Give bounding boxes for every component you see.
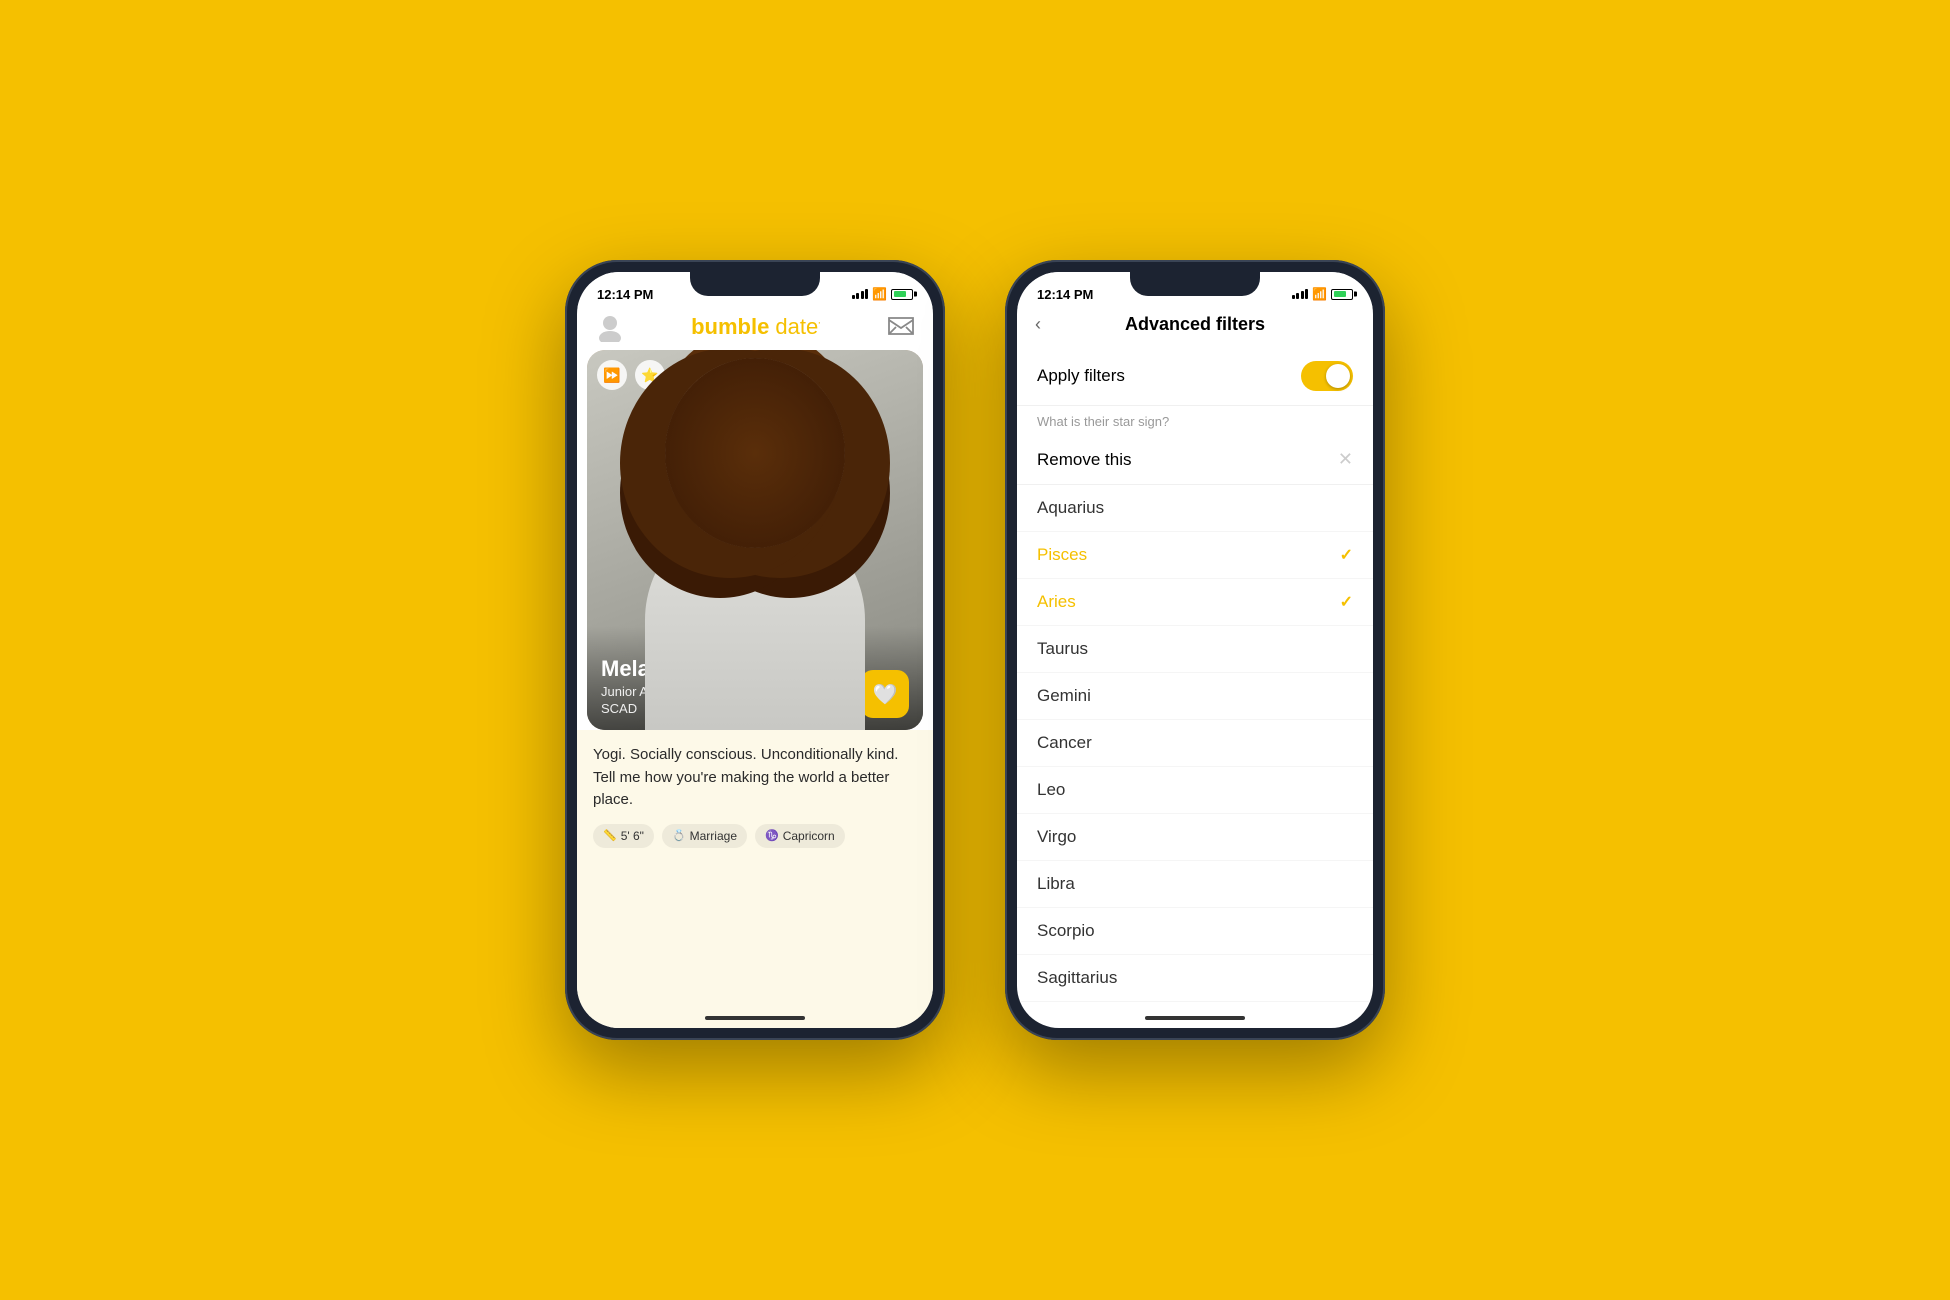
zodiac-item-cancer[interactable]: Cancer xyxy=(1017,720,1373,767)
zodiac-item-taurus[interactable]: Taurus xyxy=(1017,626,1373,673)
zodiac-libra: Libra xyxy=(1037,874,1075,894)
bio-text: Yogi. Socially conscious. Unconditionall… xyxy=(593,744,917,812)
pisces-checkmark: ✓ xyxy=(1340,545,1353,565)
notch-right xyxy=(1130,272,1260,296)
remove-filter-button[interactable]: ✕ xyxy=(1338,449,1353,470)
apply-filters-label: Apply filters xyxy=(1037,366,1125,386)
signal-icon-right xyxy=(1292,289,1309,299)
zodiac-taurus: Taurus xyxy=(1037,639,1088,659)
zodiac-list: Aquarius Pisces ✓ Aries ✓ Taurus Gemini … xyxy=(1017,485,1373,1008)
profile-action-buttons: ⏩ ⭐ 🎵 xyxy=(597,360,703,390)
height-icon: 📏 xyxy=(603,829,617,842)
status-bar-right: 12:14 PM 📶 xyxy=(1017,272,1373,308)
apply-filters-row: Apply filters xyxy=(1017,347,1373,406)
back-button[interactable]: ‹ xyxy=(1035,314,1041,335)
tag-intent: 💍 Marriage xyxy=(662,824,747,848)
battery-fill-right xyxy=(1334,291,1347,297)
profile-card: ⏩ ⭐ 🎵 Melanie, 27 ✓ Junior Art Director … xyxy=(587,350,923,730)
left-phone-screen: 12:14 PM 📶 bumble date· xyxy=(577,272,933,1028)
star-sign-prompt: What is their star sign? xyxy=(1017,406,1373,435)
profile-icon[interactable] xyxy=(595,312,625,342)
aries-checkmark: ✓ xyxy=(1340,592,1353,612)
zodiac-aries: Aries xyxy=(1037,592,1076,612)
wifi-icon-left: 📶 xyxy=(872,287,887,301)
zodiac-icon: ♑ xyxy=(765,829,779,842)
zodiac-item-libra[interactable]: Libra xyxy=(1017,861,1373,908)
zodiac-virgo: Virgo xyxy=(1037,827,1076,847)
bumble-logo: bumble date· xyxy=(691,314,821,340)
wifi-icon-right: 📶 xyxy=(1312,287,1327,301)
zodiac-cancer: Cancer xyxy=(1037,733,1092,753)
notch-left xyxy=(690,272,820,296)
home-indicator-right xyxy=(1017,1008,1373,1028)
zodiac-scorpio: Scorpio xyxy=(1037,921,1095,941)
battery-fill-left xyxy=(894,291,907,297)
zodiac-item-pisces[interactable]: Pisces ✓ xyxy=(1017,532,1373,579)
tag-zodiac: ♑ Capricorn xyxy=(755,824,845,848)
status-time-right: 12:14 PM xyxy=(1037,287,1093,302)
left-phone: 12:14 PM 📶 bumble date· xyxy=(565,260,945,1040)
zodiac-label: Capricorn xyxy=(783,829,835,843)
apply-filters-toggle[interactable] xyxy=(1301,361,1353,391)
bumble-header: bumble date· xyxy=(577,308,933,350)
signal-icon-left xyxy=(852,289,869,299)
zodiac-pisces: Pisces xyxy=(1037,545,1087,565)
zodiac-item-virgo[interactable]: Virgo xyxy=(1017,814,1373,861)
zodiac-item-leo[interactable]: Leo xyxy=(1017,767,1373,814)
rewind-btn[interactable]: ⏩ xyxy=(597,360,627,390)
toggle-knob xyxy=(1326,364,1350,388)
zodiac-item-sagittarius[interactable]: Sagittarius xyxy=(1017,955,1373,1002)
home-indicator-left xyxy=(577,1008,933,1028)
zodiac-gemini: Gemini xyxy=(1037,686,1091,706)
bio-section: Yogi. Socially conscious. Unconditionall… xyxy=(577,730,933,1008)
right-phone: 12:14 PM 📶 ‹ Advanced filters Apply filt… xyxy=(1005,260,1385,1040)
status-icons-left: 📶 xyxy=(852,287,913,301)
zodiac-item-aquarius[interactable]: Aquarius xyxy=(1017,485,1373,532)
zodiac-item-gemini[interactable]: Gemini xyxy=(1017,673,1373,720)
filters-title: Advanced filters xyxy=(1125,314,1265,335)
selected-filter-text: Remove this xyxy=(1037,450,1131,470)
message-icon[interactable] xyxy=(887,316,915,338)
right-phone-screen: 12:14 PM 📶 ‹ Advanced filters Apply filt… xyxy=(1017,272,1373,1028)
home-bar-right xyxy=(1145,1016,1245,1020)
profile-tags: 📏 5' 6" 💍 Marriage ♑ Capricorn xyxy=(593,824,917,848)
tag-height: 📏 5' 6" xyxy=(593,824,654,848)
status-time-left: 12:14 PM xyxy=(597,287,653,302)
height-label: 5' 6" xyxy=(621,829,644,843)
zodiac-item-aries[interactable]: Aries ✓ xyxy=(1017,579,1373,626)
intent-label: Marriage xyxy=(690,829,737,843)
status-icons-right: 📶 xyxy=(1292,287,1353,301)
filters-header: ‹ Advanced filters xyxy=(1017,308,1373,347)
zodiac-aquarius: Aquarius xyxy=(1037,498,1104,518)
battery-icon-right xyxy=(1331,289,1353,300)
zodiac-item-scorpio[interactable]: Scorpio xyxy=(1017,908,1373,955)
battery-icon-left xyxy=(891,289,913,300)
home-bar-left xyxy=(705,1016,805,1020)
zodiac-leo: Leo xyxy=(1037,780,1065,800)
heart-button[interactable]: 🤍 xyxy=(861,670,909,718)
selected-filter-row: Remove this ✕ xyxy=(1017,435,1373,485)
zodiac-sagittarius: Sagittarius xyxy=(1037,968,1117,988)
intent-icon: 💍 xyxy=(672,829,686,842)
status-bar-left: 12:14 PM 📶 xyxy=(577,272,933,308)
star-btn[interactable]: ⭐ xyxy=(635,360,665,390)
